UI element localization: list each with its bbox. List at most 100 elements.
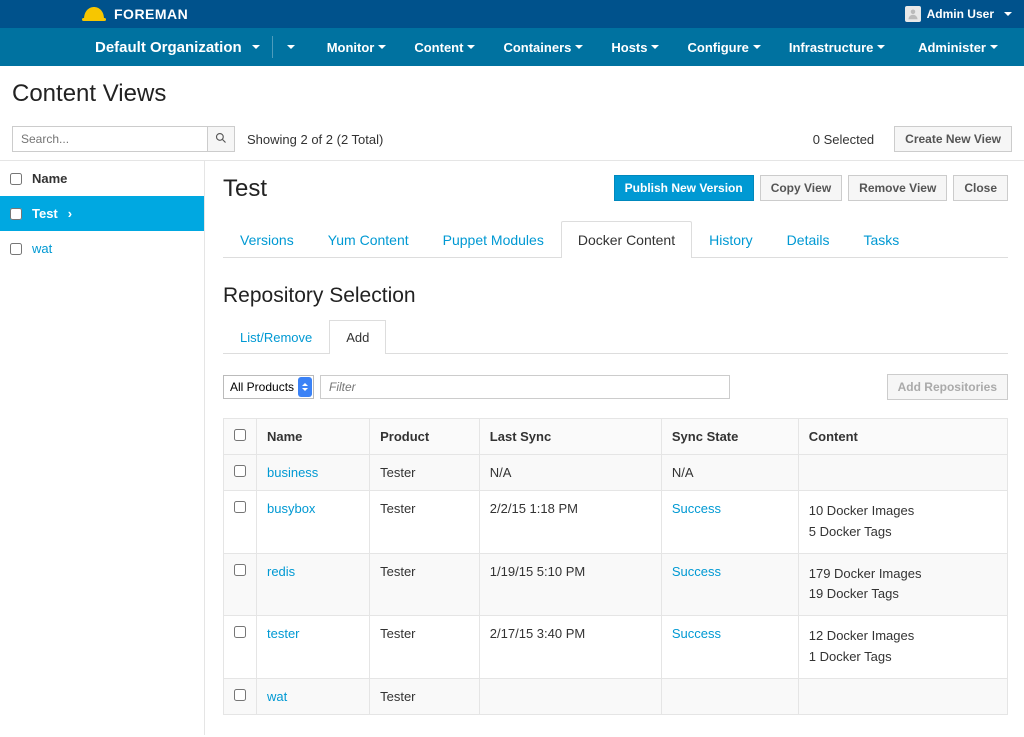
search-group [12,126,235,152]
cell-name: wat [257,678,370,714]
add-repositories-button[interactable]: Add Repositories [887,374,1008,400]
showing-text: Showing 2 of 2 (2 Total) [247,132,383,147]
cell-last-sync: 1/19/15 5:10 PM [479,553,661,616]
nav-content[interactable]: Content [400,30,489,65]
repo-section-title: Repository Selection [223,284,1008,308]
user-menu[interactable]: Admin User [905,6,1012,22]
row-checkbox[interactable] [234,626,246,638]
row-checkbox[interactable] [234,689,246,701]
tab-tasks[interactable]: Tasks [846,221,916,258]
caret-down-icon [378,45,386,49]
cell-last-sync: 2/2/15 1:18 PM [479,491,661,554]
row-checkbox-cell [224,491,257,554]
cell-product: Tester [370,678,480,714]
caret-down-icon [252,45,260,49]
content-tags: 19 Docker Tags [809,584,997,605]
selected-count: 0 Selected [813,132,874,147]
nav-configure[interactable]: Configure [673,30,774,65]
content-view-title: Test [223,175,614,203]
header-checkbox-col [224,419,257,455]
nav-hosts[interactable]: Hosts [597,30,673,65]
subtab-add[interactable]: Add [329,320,386,354]
org-switcher[interactable]: Default Organization [95,36,295,58]
nav-administer[interactable]: Administer [904,30,1012,65]
content-tags: 5 Docker Tags [809,522,997,543]
nav-items: Monitor Content Containers Hosts Configu… [313,30,904,65]
search-button[interactable] [207,126,235,152]
caret-down-icon [990,45,998,49]
header-last-sync: Last Sync [479,419,661,455]
content-view-actions: Publish New Version Copy View Remove Vie… [614,175,1008,201]
filter-row: All Products Add Repositories [223,374,1008,400]
cell-product: Tester [370,491,480,554]
row-checkbox[interactable] [234,501,246,513]
sidebar-item[interactable]: wat [0,231,204,266]
caret-down-icon [287,45,295,49]
nav-infrastructure[interactable]: Infrastructure [775,30,900,65]
cell-name: business [257,455,370,491]
repo-link[interactable]: wat [267,689,287,704]
repo-link[interactable]: redis [267,564,295,579]
sidebar-header-label: Name [32,171,67,186]
content-view-tabs: Versions Yum Content Puppet Modules Dock… [223,221,1008,258]
nav-containers[interactable]: Containers [489,30,597,65]
caret-down-icon [575,45,583,49]
caret-down-icon [467,45,475,49]
subtab-list-remove[interactable]: List/Remove [223,320,329,354]
cell-sync-state: Success [661,553,798,616]
repo-link[interactable]: busybox [267,501,315,516]
tab-details[interactable]: Details [770,221,847,258]
sidebar-item-label: wat [32,241,52,256]
main: Test Publish New Version Copy View Remov… [205,161,1024,735]
row-checkbox[interactable] [234,564,246,576]
cell-content [798,455,1007,491]
select-all-checkbox[interactable] [10,173,22,185]
sidebar-item-label: Test [32,206,58,221]
cell-sync-state: Success [661,616,798,679]
brand-text: FOREMAN [114,6,188,22]
sidebar-item[interactable]: Test › [0,196,204,231]
tab-puppet-modules[interactable]: Puppet Modules [426,221,561,258]
cell-name: busybox [257,491,370,554]
sidebar-header: Name [0,161,204,196]
brand: FOREMAN [82,5,188,23]
tab-yum-content[interactable]: Yum Content [311,221,426,258]
sync-state-link[interactable]: Success [672,626,721,641]
remove-view-button[interactable]: Remove View [848,175,947,201]
cell-product: Tester [370,616,480,679]
select-all-rows-checkbox[interactable] [234,429,246,441]
repo-link[interactable]: business [267,465,318,480]
caret-down-icon [753,45,761,49]
search-input[interactable] [12,126,207,152]
two-column: Name Test › wat Test Publish New Version … [0,161,1024,735]
copy-view-button[interactable]: Copy View [760,175,842,201]
row-checkbox-cell [224,616,257,679]
repo-link[interactable]: tester [267,626,300,641]
cell-last-sync: N/A [479,455,661,491]
content-images: 179 Docker Images [809,564,997,585]
product-select[interactable]: All Products [223,375,314,399]
sync-state-link[interactable]: Success [672,501,721,516]
create-view-button[interactable]: Create New View [894,126,1012,152]
row-checkbox-cell [224,455,257,491]
sidebar-item-checkbox[interactable] [10,243,22,255]
header-name: Name [257,419,370,455]
content-tags: 1 Docker Tags [809,647,997,668]
cell-content: 179 Docker Images19 Docker Tags [798,553,1007,616]
cell-content [798,678,1007,714]
filter-input[interactable] [320,375,730,399]
tab-docker-content[interactable]: Docker Content [561,221,692,258]
sidebar-item-checkbox[interactable] [10,208,22,220]
header-product: Product [370,419,480,455]
nav-monitor[interactable]: Monitor [313,30,401,65]
header-sync-state: Sync State [661,419,798,455]
row-checkbox[interactable] [234,465,246,477]
publish-button[interactable]: Publish New Version [614,175,754,201]
tab-history[interactable]: History [692,221,770,258]
table-row: businessTesterN/AN/A [224,455,1008,491]
tab-versions[interactable]: Versions [223,221,311,258]
product-select-wrap: All Products [223,375,314,399]
repositories-table: Name Product Last Sync Sync State Conten… [223,418,1008,715]
close-button[interactable]: Close [953,175,1008,201]
sync-state-link[interactable]: Success [672,564,721,579]
